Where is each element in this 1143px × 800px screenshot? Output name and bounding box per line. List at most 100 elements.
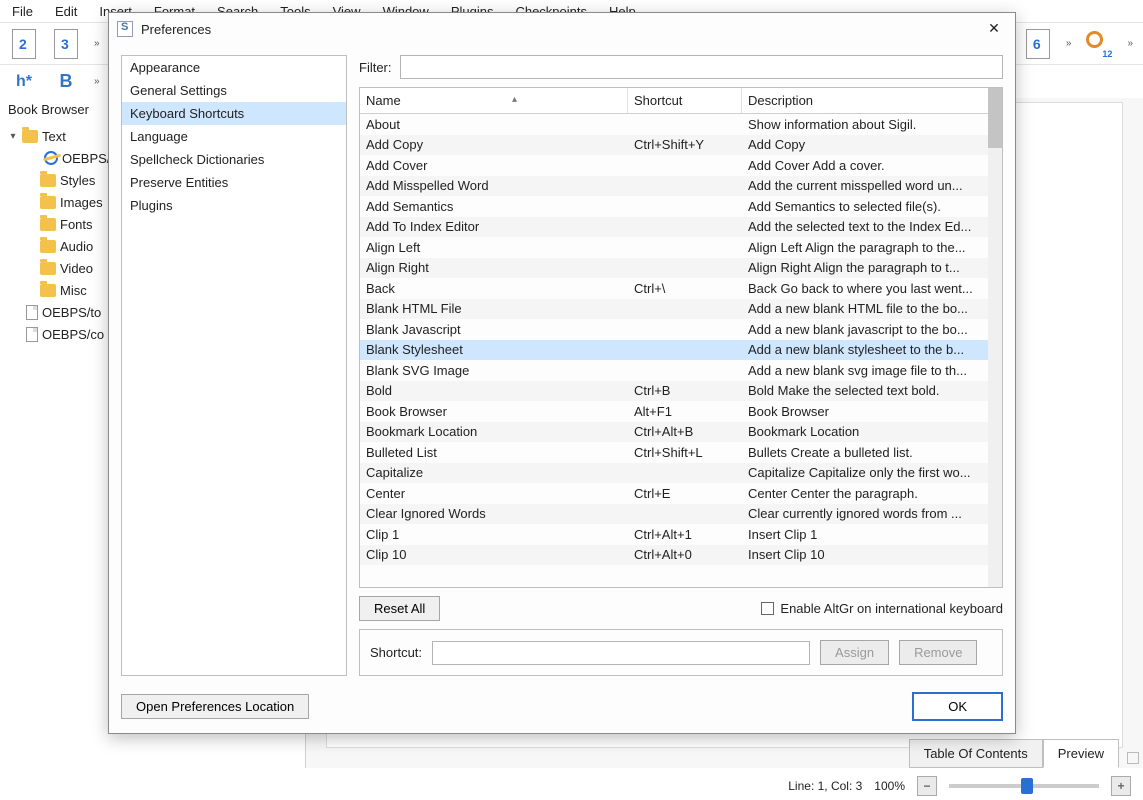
cell-description: Add a new blank stylesheet to the b... — [742, 340, 1002, 359]
filter-label: Filter: — [359, 60, 392, 75]
cell-shortcut: Alt+F1 — [628, 402, 742, 421]
cell-shortcut: Ctrl+\ — [628, 279, 742, 298]
cell-description: Add Semantics to selected file(s). — [742, 197, 1002, 216]
category-item[interactable]: General Settings — [122, 79, 346, 102]
remove-button[interactable]: Remove — [899, 640, 977, 665]
cell-name: Bulleted List — [360, 443, 628, 462]
cell-description: Add Copy — [742, 135, 1002, 154]
cell-name: Align Right — [360, 258, 628, 277]
cell-shortcut — [628, 204, 742, 208]
table-row[interactable]: CenterCtrl+ECenter Center the paragraph. — [360, 483, 1002, 504]
cell-shortcut — [628, 184, 742, 188]
cell-description: Bullets Create a bulleted list. — [742, 443, 1002, 462]
assign-button[interactable]: Assign — [820, 640, 889, 665]
altgr-label: Enable AltGr on international keyboard — [780, 601, 1003, 616]
table-row[interactable]: Blank HTML FileAdd a new blank HTML file… — [360, 299, 1002, 320]
column-header-shortcut[interactable]: Shortcut — [628, 88, 742, 113]
table-row[interactable]: Add CopyCtrl+Shift+YAdd Copy — [360, 135, 1002, 156]
shortcut-input[interactable] — [432, 641, 810, 665]
category-item[interactable]: Plugins — [122, 194, 346, 217]
category-item[interactable]: Appearance — [122, 56, 346, 79]
table-row[interactable]: Book BrowserAlt+F1Book Browser — [360, 401, 1002, 422]
cell-description: Back Go back to where you last went... — [742, 279, 1002, 298]
table-row[interactable]: Align LeftAlign Left Align the paragraph… — [360, 237, 1002, 258]
category-item[interactable]: Keyboard Shortcuts — [122, 102, 346, 125]
table-row[interactable]: Add CoverAdd Cover Add a cover. — [360, 155, 1002, 176]
cell-shortcut — [628, 348, 742, 352]
cell-description: Add the current misspelled word un... — [742, 176, 1002, 195]
cell-name: Bookmark Location — [360, 422, 628, 441]
cell-name: Blank Stylesheet — [360, 340, 628, 359]
table-row[interactable]: Clip 10Ctrl+Alt+0Insert Clip 10 — [360, 545, 1002, 566]
table-row[interactable]: Add Semantics Add Semantics to selected f… — [360, 196, 1002, 217]
cell-name: Clip 10 — [360, 545, 628, 564]
cell-description: Book Browser — [742, 402, 1002, 421]
cell-description: Add a new blank javascript to the bo... — [742, 320, 1002, 339]
cell-name: Capitalize — [360, 463, 628, 482]
preferences-category-list[interactable]: AppearanceGeneral SettingsKeyboard Short… — [121, 55, 347, 676]
cell-description: Show information about Sigil. — [742, 115, 1002, 134]
cell-shortcut — [628, 245, 742, 249]
table-row[interactable]: Blank Stylesheet Add a new blank styleshe… — [360, 340, 1002, 361]
table-scrollbar-thumb[interactable] — [988, 88, 1002, 148]
table-row[interactable]: Add To Index Editor Add the selected text… — [360, 217, 1002, 238]
table-row[interactable]: BoldCtrl+BBold Make the selected text bo… — [360, 381, 1002, 402]
table-row[interactable]: Blank SVG Image Add a new blank svg image… — [360, 360, 1002, 381]
shortcuts-table[interactable]: Name ▴ Shortcut Description About Show in… — [359, 87, 1003, 588]
cell-description: Bold Make the selected text bold. — [742, 381, 1002, 400]
cell-shortcut — [628, 368, 742, 372]
cell-name: Book Browser — [360, 402, 628, 421]
reset-all-button[interactable]: Reset All — [359, 596, 440, 621]
cell-description: Insert Clip 10 — [742, 545, 1002, 564]
table-scrollbar[interactable] — [988, 88, 1002, 587]
filter-input[interactable] — [400, 55, 1004, 79]
dialog-titlebar[interactable]: Preferences ✕ — [109, 13, 1015, 45]
cell-description: Add the selected text to the Index Ed... — [742, 217, 1002, 236]
cell-name: Back — [360, 279, 628, 298]
cell-name: Center — [360, 484, 628, 503]
table-row[interactable]: Bulleted ListCtrl+Shift+LBullets Create … — [360, 442, 1002, 463]
sigil-logo-icon — [117, 21, 133, 37]
column-header-name[interactable]: Name ▴ — [360, 88, 628, 113]
table-row[interactable]: Clear Ignored WordsClear currently ignor… — [360, 504, 1002, 525]
table-row[interactable]: Capitalize Capitalize Capitalize only the… — [360, 463, 1002, 484]
sort-ascending-icon: ▴ — [512, 94, 517, 105]
cell-description: Add a new blank svg image file to th... — [742, 361, 1002, 380]
close-button[interactable]: ✕ — [981, 18, 1007, 40]
open-preferences-location-button[interactable]: Open Preferences Location — [121, 694, 309, 719]
category-item[interactable]: Language — [122, 125, 346, 148]
cell-name: Add To Index Editor — [360, 217, 628, 236]
cell-description: Center Center the paragraph. — [742, 484, 1002, 503]
cell-name: Bold — [360, 381, 628, 400]
cell-shortcut — [628, 266, 742, 270]
cell-name: About — [360, 115, 628, 134]
altgr-checkbox[interactable] — [761, 602, 774, 615]
cell-description: Bookmark Location — [742, 422, 1002, 441]
cell-shortcut — [628, 307, 742, 311]
table-row[interactable]: Bookmark LocationCtrl+Alt+BBookmark Loca… — [360, 422, 1002, 443]
modal-overlay: Preferences ✕ AppearanceGeneral Settings… — [0, 0, 1143, 800]
ok-button[interactable]: OK — [912, 692, 1003, 721]
cell-name: Blank SVG Image — [360, 361, 628, 380]
table-row[interactable]: Align RightAlign Right Align the paragra… — [360, 258, 1002, 279]
cell-shortcut: Ctrl+E — [628, 484, 742, 503]
cell-name: Blank Javascript — [360, 320, 628, 339]
cell-shortcut — [628, 225, 742, 229]
category-item[interactable]: Spellcheck Dictionaries — [122, 148, 346, 171]
cell-description: Add a new blank HTML file to the bo... — [742, 299, 1002, 318]
cell-shortcut — [628, 327, 742, 331]
table-row[interactable]: BackCtrl+\Back Go back to where you last… — [360, 278, 1002, 299]
category-item[interactable]: Preserve Entities — [122, 171, 346, 194]
cell-name: Add Semantics — [360, 197, 628, 216]
cell-name: Clip 1 — [360, 525, 628, 544]
cell-description: Capitalize Capitalize only the first wo.… — [742, 463, 1002, 482]
table-row[interactable]: Blank Javascript Add a new blank javascri… — [360, 319, 1002, 340]
cell-shortcut: Ctrl+Shift+L — [628, 443, 742, 462]
table-row[interactable]: Clip 1Ctrl+Alt+1Insert Clip 1 — [360, 524, 1002, 545]
dialog-title: Preferences — [141, 22, 211, 37]
table-row[interactable]: About Show information about Sigil. — [360, 114, 1002, 135]
table-row[interactable]: Add Misspelled WordAdd the current missp… — [360, 176, 1002, 197]
cell-shortcut: Ctrl+Shift+Y — [628, 135, 742, 154]
cell-shortcut — [628, 512, 742, 516]
column-header-description[interactable]: Description — [742, 88, 1002, 113]
